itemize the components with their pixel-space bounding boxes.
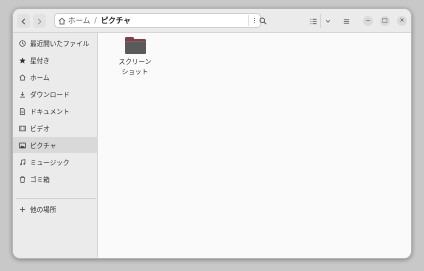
list-view-button[interactable] — [307, 14, 321, 28]
file-name: スクリーン ショット — [118, 58, 152, 76]
sidebar-item-music[interactable]: ミュージック — [13, 154, 98, 170]
view-switcher — [307, 14, 334, 28]
chevron-left-icon — [20, 18, 27, 25]
breadcrumb-home[interactable]: ホーム — [68, 15, 90, 26]
sidebar-item-label: 他の場所 — [30, 206, 57, 214]
sidebar-item-videos[interactable]: ビデオ — [13, 120, 98, 136]
sidebar-item-label: ビデオ — [30, 125, 50, 133]
download-icon — [19, 91, 26, 98]
chevron-right-icon — [36, 18, 43, 25]
sidebar: 最近開いたファイル 星付き ホーム ダウンロード ドキュメント ビデオ ピクチャ… — [13, 33, 98, 258]
sidebar-item-documents[interactable]: ドキュメント — [13, 103, 98, 119]
main-menu-button[interactable] — [339, 14, 353, 28]
breadcrumb-separator: / — [94, 16, 97, 25]
close-button[interactable]: × — [397, 16, 407, 26]
video-icon — [19, 125, 26, 132]
sidebar-item-starred[interactable]: 星付き — [13, 52, 98, 68]
sidebar-item-label: ミュージック — [30, 159, 70, 167]
file-manager-window: ホーム / ピクチャ − □ × 最近開いたファイル 星付き ホーム ダウンロー… — [12, 8, 412, 259]
home-icon — [58, 17, 66, 25]
sidebar-item-label: 星付き — [30, 57, 50, 65]
minimize-button[interactable]: − — [363, 16, 373, 26]
plus-icon — [19, 206, 26, 213]
picture-icon — [19, 142, 26, 149]
sidebar-item-label: ホーム — [30, 74, 50, 82]
sidebar-item-other-locations[interactable]: 他の場所 — [13, 201, 98, 217]
star-icon — [19, 56, 26, 64]
chevron-down-icon — [325, 18, 331, 24]
recent-icon — [19, 39, 26, 47]
sidebar-item-label: ドキュメント — [30, 108, 70, 116]
sidebar-item-home[interactable]: ホーム — [13, 69, 98, 85]
folder-item-screenshots[interactable]: スクリーン ショット — [117, 37, 153, 77]
location-bar[interactable]: ホーム / ピクチャ — [54, 13, 261, 28]
music-icon — [19, 158, 26, 166]
search-button[interactable] — [256, 14, 270, 28]
sidebar-divider — [16, 198, 96, 199]
sidebar-item-label: 最近開いたファイル — [30, 40, 90, 48]
header-bar: ホーム / ピクチャ − □ × — [13, 9, 411, 33]
sidebar-item-label: ゴミ箱 — [30, 176, 50, 184]
folder-icon — [124, 37, 146, 54]
sidebar-item-recent[interactable]: 最近開いたファイル — [13, 35, 98, 51]
sidebar-item-trash[interactable]: ゴミ箱 — [13, 171, 98, 187]
forward-button[interactable] — [33, 14, 46, 28]
breadcrumb-current[interactable]: ピクチャ — [101, 15, 131, 26]
document-icon — [19, 107, 26, 115]
sidebar-item-pictures[interactable]: ピクチャ — [13, 137, 98, 153]
sidebar-item-label: ダウンロード — [30, 91, 70, 99]
view-options-button[interactable] — [321, 14, 334, 28]
back-button[interactable] — [17, 14, 30, 28]
sidebar-item-downloads[interactable]: ダウンロード — [13, 86, 98, 102]
home-icon — [19, 73, 26, 81]
list-view-icon — [310, 18, 317, 25]
sidebar-item-label: ピクチャ — [30, 142, 57, 150]
trash-icon — [19, 175, 26, 183]
maximize-button[interactable]: □ — [380, 16, 390, 26]
hamburger-menu-icon — [343, 18, 350, 25]
search-icon — [259, 17, 267, 25]
